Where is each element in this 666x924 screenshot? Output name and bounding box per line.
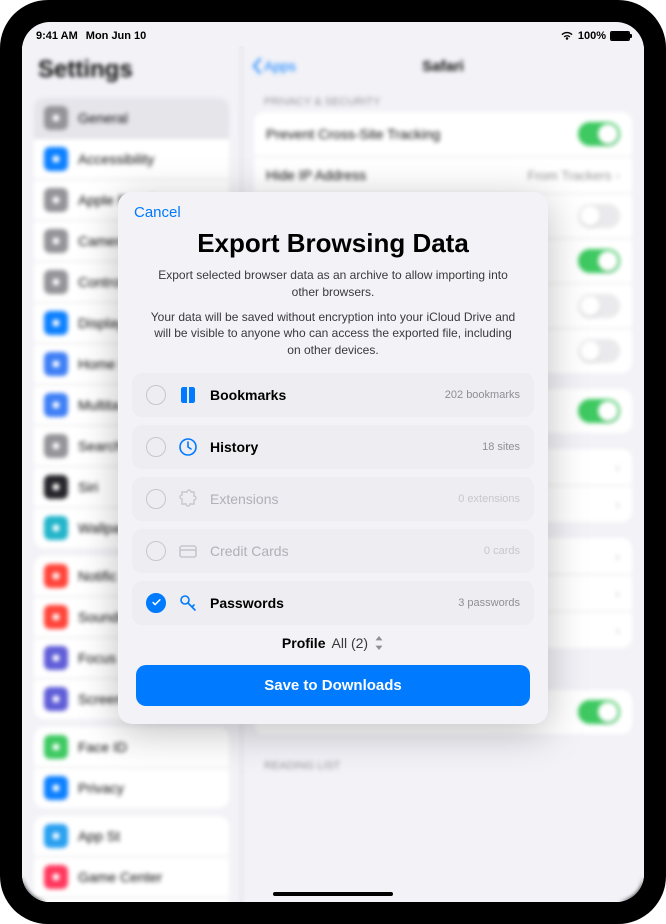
battery-percent: 100% xyxy=(578,30,606,42)
export-row-extensions: Extensions 0 extensions xyxy=(132,477,534,521)
radio-bookmarks[interactable] xyxy=(146,385,166,405)
status-bar: 9:41 AM Mon Jun 10 100% xyxy=(22,22,644,46)
export-count: 18 sites xyxy=(482,441,520,453)
battery-icon xyxy=(610,31,630,41)
status-date: Mon Jun 10 xyxy=(86,30,147,42)
wifi-icon xyxy=(560,31,574,41)
export-count: 3 passwords xyxy=(458,597,520,609)
modal-desc-1: Export selected browser data as an archi… xyxy=(118,259,548,301)
export-label: Passwords xyxy=(210,595,284,611)
export-label: History xyxy=(210,439,258,455)
radio-history[interactable] xyxy=(146,437,166,457)
clock-icon xyxy=(178,437,198,457)
radio-extensions xyxy=(146,489,166,509)
book-icon xyxy=(178,385,198,405)
export-label: Credit Cards xyxy=(210,543,289,559)
home-indicator[interactable] xyxy=(273,892,393,896)
radio-passwords[interactable] xyxy=(146,593,166,613)
key-icon xyxy=(178,593,198,613)
profile-value: All (2) xyxy=(332,635,369,651)
export-count: 202 bookmarks xyxy=(445,389,520,401)
export-row-passwords[interactable]: Passwords 3 passwords xyxy=(132,581,534,625)
radio-cards xyxy=(146,541,166,561)
export-count: 0 cards xyxy=(484,545,520,557)
export-row-cards: Credit Cards 0 cards xyxy=(132,529,534,573)
ipad-frame: 9:41 AM Mon Jun 10 100% Settings General… xyxy=(0,0,666,924)
status-time: 9:41 AM xyxy=(36,30,78,42)
export-count: 0 extensions xyxy=(458,493,520,505)
export-label: Extensions xyxy=(210,491,278,507)
export-row-history[interactable]: History 18 sites xyxy=(132,425,534,469)
profile-label: Profile xyxy=(282,635,326,651)
modal-title: Export Browsing Data xyxy=(118,228,548,259)
save-button[interactable]: Save to Downloads xyxy=(136,665,530,706)
updown-icon xyxy=(374,636,384,650)
cancel-button[interactable]: Cancel xyxy=(134,204,181,221)
card-icon xyxy=(178,541,198,561)
export-modal: Cancel Export Browsing Data Export selec… xyxy=(118,192,548,724)
profile-selector[interactable]: Profile All (2) xyxy=(118,635,548,651)
screen: 9:41 AM Mon Jun 10 100% Settings General… xyxy=(22,22,644,902)
modal-desc-2: Your data will be saved without encrypti… xyxy=(118,301,548,359)
export-label: Bookmarks xyxy=(210,387,286,403)
export-row-bookmarks[interactable]: Bookmarks 202 bookmarks xyxy=(132,373,534,417)
puzzle-icon xyxy=(178,489,198,509)
